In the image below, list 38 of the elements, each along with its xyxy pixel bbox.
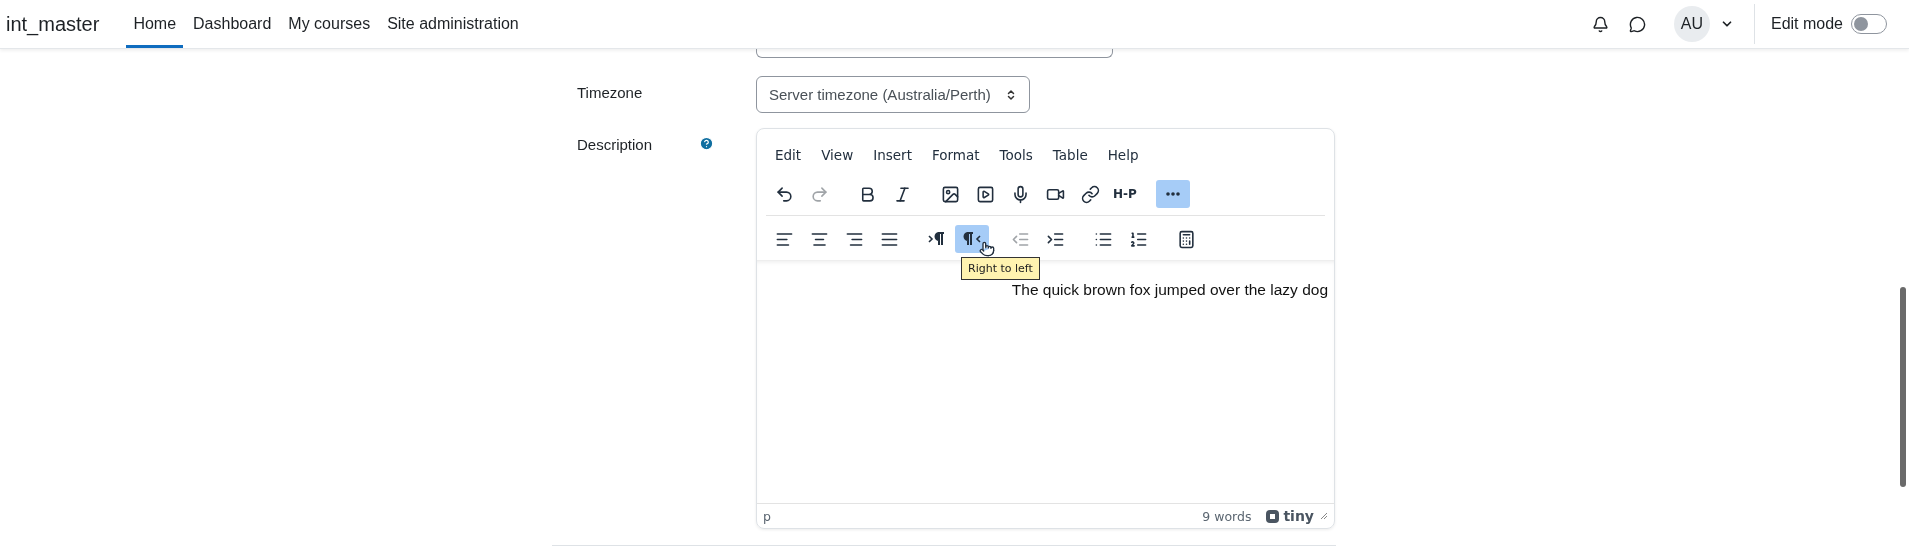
menu-item[interactable]: Table bbox=[1044, 143, 1096, 167]
toolbar-button[interactable]: H-P bbox=[1108, 180, 1142, 208]
timezone-select[interactable]: Server timezone (Australia/Perth) bbox=[756, 76, 1030, 113]
redo-icon bbox=[809, 184, 829, 204]
menu-item[interactable]: Format bbox=[923, 143, 988, 167]
numbered-list-icon bbox=[1128, 229, 1148, 249]
word-count[interactable]: 9 words bbox=[1202, 508, 1252, 524]
menu-item[interactable]: Help bbox=[1099, 143, 1147, 167]
site-name[interactable]: int_master bbox=[6, 0, 100, 48]
scrollbar[interactable] bbox=[1900, 287, 1906, 487]
pilcrow-right-icon bbox=[928, 231, 946, 247]
menu-item[interactable]: Insert bbox=[865, 143, 920, 167]
field-label: Description bbox=[577, 135, 654, 153]
pilcrow-left-icon bbox=[963, 231, 981, 247]
edit-mode-toggle[interactable] bbox=[1851, 14, 1887, 34]
tiny-logo[interactable]: tiny bbox=[1265, 508, 1314, 524]
tooltip: Right to left bbox=[961, 257, 1040, 280]
undo-icon bbox=[774, 184, 794, 204]
field-label: Timezone bbox=[577, 83, 644, 101]
image-icon bbox=[940, 184, 960, 204]
nav-tab[interactable]: Dashboard bbox=[186, 0, 279, 48]
input-field[interactable] bbox=[756, 49, 1113, 58]
element-path[interactable]: p bbox=[763, 508, 771, 524]
resize-handle-icon[interactable] bbox=[1320, 512, 1328, 520]
nav-tab[interactable]: My courses bbox=[281, 0, 378, 48]
edit-mode-label: Edit mode bbox=[1770, 15, 1843, 33]
menu-item[interactable]: Edit bbox=[767, 143, 810, 167]
nav-tab[interactable]: Home bbox=[126, 0, 184, 48]
editor-text: The quick brown fox jumped over the lazy dog bbox=[1010, 281, 1328, 299]
user-avatar[interactable]: AU bbox=[1673, 6, 1710, 42]
pointer-cursor-icon bbox=[979, 241, 995, 257]
menu-item[interactable]: Tools bbox=[991, 143, 1041, 167]
menu-item[interactable]: View bbox=[813, 143, 862, 167]
link-icon bbox=[1080, 184, 1100, 204]
calculator-icon bbox=[1176, 229, 1196, 249]
more-icon bbox=[1166, 192, 1180, 196]
play-icon bbox=[975, 184, 995, 204]
nav-tab[interactable]: Site administration bbox=[380, 0, 526, 48]
